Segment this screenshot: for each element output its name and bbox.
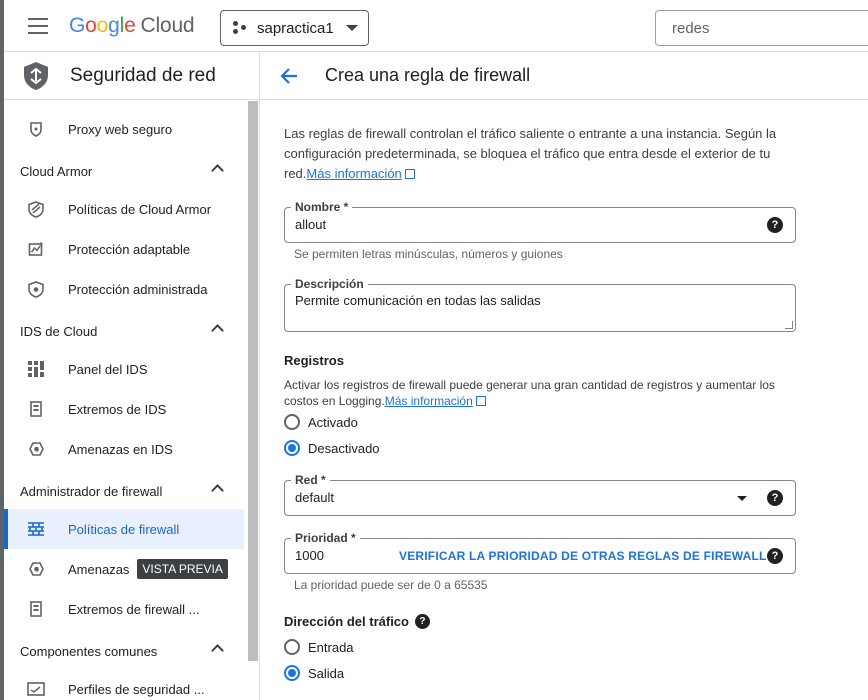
shield-icon bbox=[26, 199, 46, 219]
project-icon bbox=[233, 21, 249, 35]
direction-egress-radio[interactable]: Salida bbox=[284, 665, 344, 681]
threat-icon bbox=[26, 559, 46, 579]
network-security-icon bbox=[24, 61, 48, 90]
logs-text: Activar los registros de firewall puede … bbox=[284, 378, 775, 408]
logs-on-radio[interactable]: Activado bbox=[284, 414, 358, 430]
back-arrow-icon[interactable] bbox=[279, 66, 299, 86]
sidebar-item-proxy[interactable]: Proxy web seguro bbox=[4, 109, 244, 149]
profile-icon bbox=[26, 679, 46, 699]
search-input[interactable]: redes bbox=[655, 10, 868, 46]
logs-off-radio[interactable]: Desactivado bbox=[284, 440, 380, 456]
threat-icon bbox=[26, 439, 46, 459]
help-icon[interactable]: ? bbox=[414, 614, 430, 629]
external-link-icon bbox=[404, 169, 415, 179]
chevron-down-icon bbox=[345, 25, 358, 31]
name-field[interactable]: Nombre * allout ? bbox=[284, 200, 796, 243]
chevron-up-icon bbox=[211, 164, 224, 177]
chevron-up-icon bbox=[211, 644, 224, 657]
sidebar-item-security-profiles[interactable]: Perfiles de seguridad ... bbox=[4, 669, 244, 700]
learn-more-link[interactable]: Más información bbox=[306, 166, 401, 181]
proxy-icon bbox=[26, 119, 46, 139]
logs-title: Registros bbox=[284, 353, 344, 368]
intro-text: Las reglas de firewall controlan el tráf… bbox=[284, 126, 777, 181]
check-priority-button[interactable]: VERIFICAR LA PRIORIDAD DE OTRAS REGLAS D… bbox=[399, 549, 767, 563]
priority-hint: La prioridad puede ser de 0 a 65535 bbox=[294, 578, 488, 592]
chevron-up-icon bbox=[211, 484, 224, 497]
priority-field[interactable]: Prioridad * 1000 VERIFICAR LA PRIORIDAD … bbox=[284, 531, 796, 574]
sidebar-item-ids-dashboard[interactable]: Panel del IDS bbox=[4, 349, 244, 389]
sidebar-item-cloud-armor-policies[interactable]: Políticas de Cloud Armor bbox=[4, 189, 244, 229]
help-icon[interactable]: ? bbox=[767, 490, 783, 506]
menu-icon[interactable] bbox=[28, 18, 48, 34]
dashboard-icon bbox=[26, 359, 46, 379]
help-icon[interactable]: ? bbox=[767, 217, 783, 233]
sidebar-item-ids-threats[interactable]: Amenazas en IDS bbox=[4, 429, 244, 469]
sidebar-scrollbar[interactable] bbox=[248, 101, 258, 661]
managed-shield-icon bbox=[26, 279, 46, 299]
chevron-down-icon bbox=[737, 496, 747, 501]
help-icon[interactable]: ? bbox=[767, 548, 783, 564]
network-select[interactable]: Red * default ? bbox=[284, 473, 796, 516]
section-common-components[interactable]: Componentes comunes bbox=[4, 631, 244, 671]
project-selector[interactable]: sapractica1 bbox=[220, 10, 369, 46]
sidebar-item-managed-protection[interactable]: Protección administrada bbox=[4, 269, 244, 309]
section-cloud-armor[interactable]: Cloud Armor bbox=[4, 151, 244, 191]
sidebar-item-firewall-endpoints[interactable]: Extremos de firewall ... bbox=[4, 589, 244, 629]
endpoint-icon bbox=[26, 599, 46, 619]
sidebar-item-threats[interactable]: Amenazas VISTA PREVIA bbox=[4, 549, 244, 589]
project-name: sapractica1 bbox=[257, 19, 334, 37]
google-cloud-logo[interactable]: Google Cloud bbox=[69, 14, 195, 38]
top-bar: Google Cloud sapractica1 redes bbox=[4, 0, 868, 52]
chevron-up-icon bbox=[211, 324, 224, 337]
adaptive-icon bbox=[26, 239, 46, 259]
preview-badge: VISTA PREVIA bbox=[137, 559, 228, 579]
page-header: Crea una regla de firewall bbox=[261, 52, 868, 100]
description-field[interactable]: Descripción Permite comunicación en toda… bbox=[284, 277, 796, 332]
sidebar: Seguridad de red Proxy web seguro Cloud … bbox=[4, 52, 260, 700]
section-cloud-ids[interactable]: IDS de Cloud bbox=[4, 311, 244, 351]
sidebar-header: Seguridad de red bbox=[4, 52, 259, 100]
resize-handle[interactable] bbox=[785, 321, 793, 329]
sidebar-item-ids-endpoints[interactable]: Extremos de IDS bbox=[4, 389, 244, 429]
endpoint-icon bbox=[26, 399, 46, 419]
direction-title: Dirección del tráfico ? bbox=[284, 614, 430, 629]
sidebar-title: Seguridad de red bbox=[70, 64, 216, 86]
sidebar-item-adaptive-protection[interactable]: Protección adaptable bbox=[4, 229, 244, 269]
direction-ingress-radio[interactable]: Entrada bbox=[284, 639, 354, 655]
name-hint: Se permiten letras minúsculas, números y… bbox=[294, 247, 563, 261]
firewall-icon bbox=[26, 519, 46, 539]
sidebar-item-firewall-policies[interactable]: Políticas de firewall bbox=[4, 509, 244, 549]
logs-learn-more-link[interactable]: Más información bbox=[385, 394, 473, 408]
page-title: Crea una regla de firewall bbox=[325, 65, 531, 85]
section-firewall-manager[interactable]: Administrador de firewall bbox=[4, 471, 244, 511]
external-link-icon bbox=[475, 396, 486, 406]
